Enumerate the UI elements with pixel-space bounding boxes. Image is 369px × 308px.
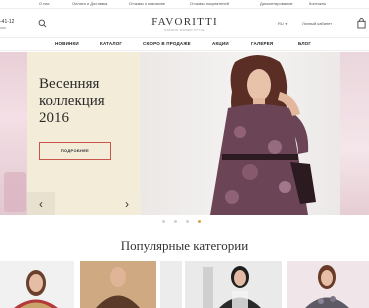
hero-title-line: 2016 (39, 110, 69, 126)
chevron-left-icon: ‹ (39, 196, 43, 211)
hero-slider: Весенняя коллекция 2016 ПОДРОБНЕЕ ‹ › (0, 52, 369, 215)
category-card[interactable] (287, 261, 369, 308)
slider-dot[interactable] (162, 220, 165, 223)
category-card[interactable] (0, 261, 74, 308)
category-image (80, 261, 156, 308)
hero-title-line: коллекция (39, 93, 105, 109)
decorative-shape (4, 172, 26, 212)
topbar-link-about[interactable]: О нас (39, 1, 50, 7)
nav-item-gallery[interactable]: ГАЛЕРЕЯ (251, 41, 273, 47)
category-image (305, 265, 349, 308)
chevron-down-icon: ▼ (284, 22, 288, 26)
nav-item-blog[interactable]: БЛОГ (298, 41, 311, 47)
main-navigation: НОВИНКИ КАТАЛОГ СКОРО В ПРОДАЖЕ АКЦИИ ГА… (0, 37, 369, 51)
model-illustration (210, 55, 316, 215)
popular-categories-title: Популярные категории (120, 238, 249, 253)
nav-item-catalog[interactable]: КАТАЛОГ (100, 41, 122, 47)
nav-item-new[interactable]: НОВИНКИ (55, 41, 79, 47)
slider-dot-active[interactable] (198, 220, 201, 223)
top-utility-bar: О нас Оплата и Доставка Отзывы о магазин… (0, 0, 369, 9)
shopping-bag-icon[interactable] (357, 18, 366, 29)
more-details-button[interactable]: ПОДРОБНЕЕ (39, 142, 111, 160)
topbar-link-contacts[interactable]: Контакты (309, 1, 326, 7)
topbar-link-discounts[interactable]: Дисконтирование (260, 1, 293, 7)
slider-pagination (160, 219, 210, 225)
slider-dot[interactable] (186, 220, 189, 223)
hero-left-background (0, 52, 27, 215)
hero-right-background (340, 52, 369, 215)
language-label: RU (278, 21, 284, 26)
topbar-link-store-reviews[interactable]: Отзывы о магазине (129, 1, 165, 7)
chevron-right-icon: › (125, 196, 129, 211)
slider-next-button[interactable]: › (113, 192, 141, 215)
nav-item-coming-soon[interactable]: СКОРО В ПРОДАЖЕ (143, 41, 191, 47)
slider-dot[interactable] (174, 220, 177, 223)
topbar-link-payment-delivery[interactable]: Оплата и Доставка (72, 1, 107, 7)
language-selector[interactable]: RU ▼ (278, 21, 288, 27)
category-strip (0, 261, 369, 308)
hero-title-line: Весенняя (39, 76, 100, 92)
category-card[interactable] (185, 261, 282, 308)
hero-photo (140, 52, 369, 215)
logo-tagline: STRONG WOMEN STYLE (164, 28, 205, 32)
slider-prev-button[interactable]: ‹ (27, 192, 55, 215)
personal-cabinet-link[interactable]: Личный кабинет (302, 21, 332, 26)
category-image (14, 270, 58, 308)
topbar-link-customer-reviews[interactable]: Отзывы покупателей (190, 1, 229, 7)
site-header: -41-12 ная FAVORITTI STRONG WOMEN STYLE … (0, 9, 369, 37)
hero-title: Весенняя коллекция 2016 (39, 76, 149, 127)
category-card[interactable] (80, 261, 156, 308)
category-image (203, 266, 261, 308)
category-card[interactable] (160, 261, 182, 308)
nav-item-promotions[interactable]: АКЦИИ (212, 41, 229, 47)
